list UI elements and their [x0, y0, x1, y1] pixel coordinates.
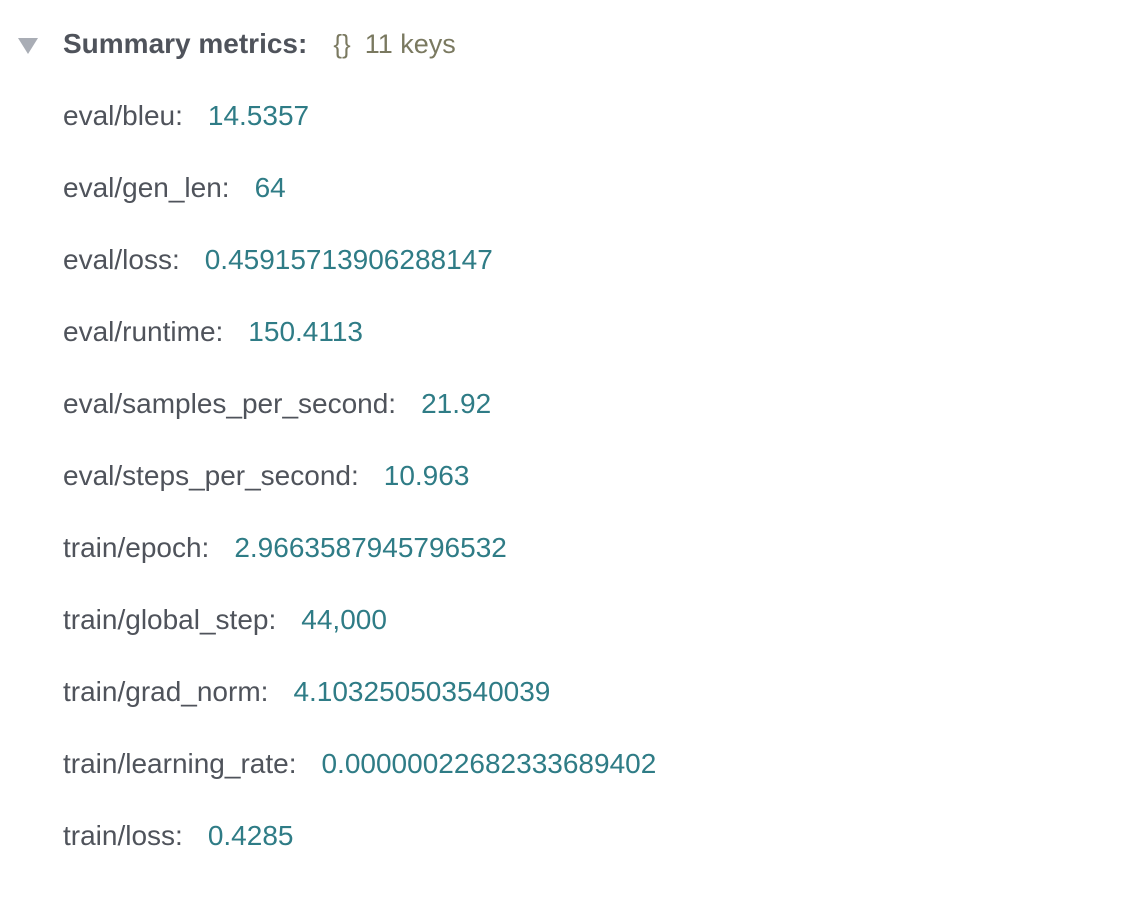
metric-key: eval/bleu:: [63, 100, 183, 131]
object-type-glyph: {}: [333, 28, 351, 59]
metric-key: eval/loss:: [63, 244, 180, 275]
metric-key: train/global_step:: [63, 604, 277, 635]
metric-row-train-global-step: train/global_step: 44,000: [63, 584, 656, 656]
metric-row-eval-steps-per-second: eval/steps_per_second: 10.963: [63, 440, 656, 512]
metric-row-train-epoch: train/epoch: 2.9663587945796532: [63, 512, 656, 584]
metric-value: 44,000: [301, 604, 387, 635]
metric-row-train-learning-rate: train/learning_rate: 0.00000022682333689…: [63, 728, 656, 800]
metric-key: eval/gen_len:: [63, 172, 230, 203]
metric-row-eval-bleu: eval/bleu: 14.5357: [63, 80, 656, 152]
metric-value: 64: [254, 172, 286, 203]
metric-key: eval/samples_per_second:: [63, 388, 397, 419]
metric-value: 4.103250503540039: [293, 676, 551, 707]
metric-key: train/learning_rate:: [63, 748, 297, 779]
metric-row-eval-samples-per-second: eval/samples_per_second: 21.92: [63, 368, 656, 440]
metric-row-eval-gen-len: eval/gen_len: 64: [63, 152, 656, 224]
metric-key: eval/steps_per_second:: [63, 460, 359, 491]
metric-key: train/epoch:: [63, 532, 210, 563]
summary-metrics-panel: Summary metrics: {} 11 keys eval/bleu: 1…: [0, 0, 1122, 902]
metric-key: train/grad_norm:: [63, 676, 269, 707]
caret-down-icon: [18, 38, 38, 54]
metric-value: 0.00000022682333689402: [321, 748, 657, 779]
metric-value: 0.4285: [207, 820, 294, 851]
metric-key: eval/runtime:: [63, 316, 224, 347]
metric-value: 10.963: [383, 460, 470, 491]
metrics-list: eval/bleu: 14.5357 eval/gen_len: 64 eval…: [63, 80, 656, 872]
metric-value: 150.4113: [248, 316, 364, 347]
metric-key: train/loss:: [63, 820, 183, 851]
metric-value: 14.5357: [207, 100, 310, 131]
metric-row-eval-runtime: eval/runtime: 150.4113: [63, 296, 656, 368]
metric-row-train-loss: train/loss: 0.4285: [63, 800, 656, 872]
summary-metrics-title: Summary metrics:: [63, 28, 308, 59]
metric-value: 0.45915713906288147: [204, 244, 493, 275]
metric-value: 21.92: [421, 388, 492, 419]
key-count-label: 11 keys: [364, 28, 456, 59]
metric-row-train-grad-norm: train/grad_norm: 4.103250503540039: [63, 656, 656, 728]
summary-metrics-header[interactable]: Summary metrics: {} 11 keys: [18, 24, 456, 64]
collapse-toggle[interactable]: [18, 24, 48, 64]
metric-value: 2.9663587945796532: [234, 532, 507, 563]
metric-row-eval-loss: eval/loss: 0.45915713906288147: [63, 224, 656, 296]
